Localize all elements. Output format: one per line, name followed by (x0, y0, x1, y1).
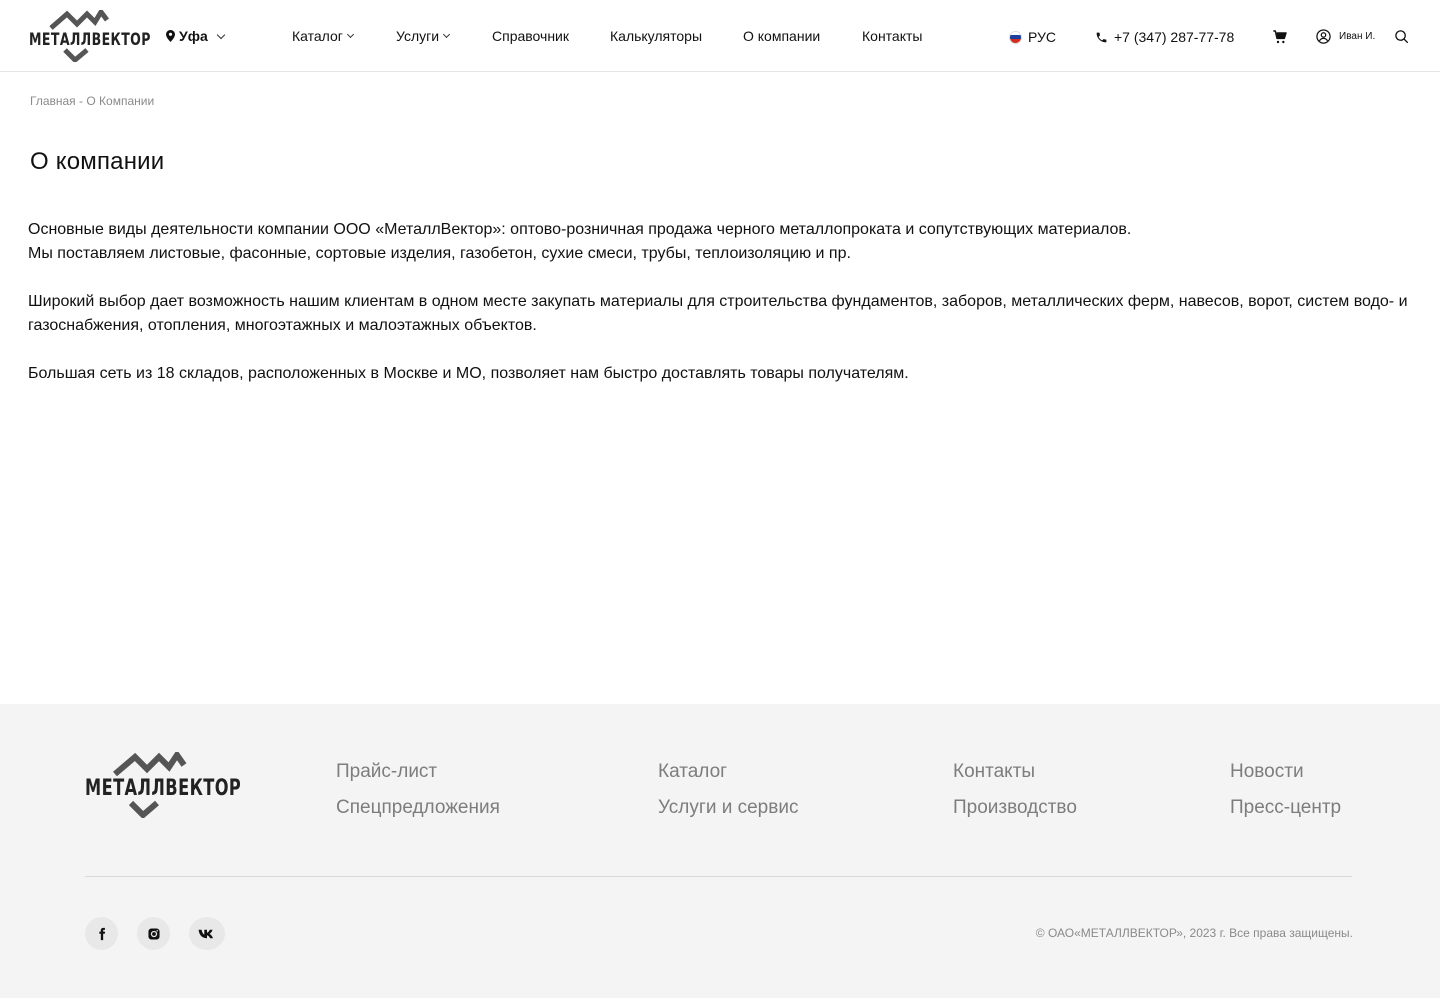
city-name: Уфа (179, 28, 208, 44)
phone-link[interactable]: +7 (347) 287-77-78 (1095, 29, 1234, 45)
nav-item-label: Контакты (862, 28, 923, 44)
footer-divider (85, 876, 1352, 877)
breadcrumb-home-link[interactable]: Главная (30, 94, 76, 108)
nav-item-label: Справочник (492, 28, 569, 44)
nav-item-catalog[interactable]: Каталог (292, 28, 354, 44)
page-title: О компании (30, 148, 165, 175)
copyright-text: © ОАО«МЕТАЛЛВЕКТОР», 2023 г. Все права з… (1035, 926, 1353, 940)
chevron-down-icon (346, 30, 354, 39)
phone-number: +7 (347) 287-77-78 (1114, 29, 1235, 45)
about-paragraph: Широкий выбор дает возможность нашим кли… (28, 293, 1408, 334)
user-icon (1316, 29, 1331, 44)
breadcrumb: Главная - О Компании (30, 94, 154, 108)
user-name: Иван И. (1339, 31, 1376, 42)
footer-link-services[interactable]: Услуги и сервис (658, 797, 798, 819)
vk-icon (198, 929, 213, 938)
vk-link[interactable] (189, 917, 225, 950)
location-pin-icon (166, 30, 175, 42)
city-selector[interactable]: Уфа (166, 28, 225, 44)
search-icon (1395, 30, 1409, 44)
footer-link-press-center[interactable]: Пресс-центр (1230, 797, 1341, 819)
footer-link-price-list[interactable]: Прайс-лист (336, 761, 437, 783)
site-header: МЕТАЛЛВЕКТОР Уфа Каталог Услуги Справочн… (0, 0, 1440, 72)
search-button[interactable] (1394, 29, 1409, 44)
footer-link-catalog[interactable]: Каталог (658, 761, 727, 783)
footer-link-special-offers[interactable]: Спецпредложения (336, 797, 500, 819)
footer-logo-text: МЕТАЛЛВЕКТОР (85, 776, 242, 801)
instagram-icon (147, 927, 160, 940)
chevron-down-icon (216, 30, 225, 39)
nav-item-label: Услуги (396, 28, 440, 44)
nav-item-label: О компании (743, 28, 821, 44)
footer-logo[interactable]: МЕТАЛЛВЕКТОР (85, 749, 241, 820)
breadcrumb-current: О Компании (86, 94, 155, 108)
nav-item-label: Калькуляторы (610, 28, 703, 44)
nav-item-contacts[interactable]: Контакты (862, 28, 922, 44)
nav-item-label: Каталог (292, 28, 343, 44)
russia-flag-icon (1009, 30, 1022, 44)
about-paragraph: Основные виды деятельности компании ООО … (28, 221, 1132, 262)
cart-button[interactable] (1272, 29, 1288, 45)
nav-item-about[interactable]: О компании (743, 28, 820, 44)
facebook-link[interactable] (85, 917, 118, 950)
cart-icon (1273, 30, 1287, 44)
about-paragraph: Большая сеть из 18 складов, расположенны… (28, 365, 909, 382)
about-content: Основные виды деятельности компании ООО … (28, 218, 1413, 410)
logo-text: МЕТАЛЛВЕКТОР (29, 30, 151, 50)
nav-item-reference[interactable]: Справочник (492, 28, 569, 44)
footer-link-news[interactable]: Новости (1230, 761, 1304, 783)
breadcrumb-separator: - (75, 94, 87, 108)
footer-link-contacts[interactable]: Контакты (953, 761, 1035, 783)
nav-item-services[interactable]: Услуги (396, 28, 451, 44)
instagram-link[interactable] (137, 917, 170, 950)
language-selector[interactable]: РУС (1009, 29, 1056, 45)
chevron-down-icon (443, 30, 451, 39)
user-account[interactable]: Иван И. (1316, 29, 1375, 44)
nav-item-calculators[interactable]: Калькуляторы (610, 28, 702, 44)
site-footer: МЕТАЛЛВЕКТОР Прайс-лист Спецпредложения … (0, 704, 1440, 998)
phone-icon (1096, 32, 1107, 42)
language-label: РУС (1028, 29, 1057, 45)
footer-link-production[interactable]: Производство (953, 797, 1077, 819)
facebook-icon (98, 927, 105, 940)
site-logo[interactable]: МЕТАЛЛВЕКТОР (29, 10, 150, 62)
